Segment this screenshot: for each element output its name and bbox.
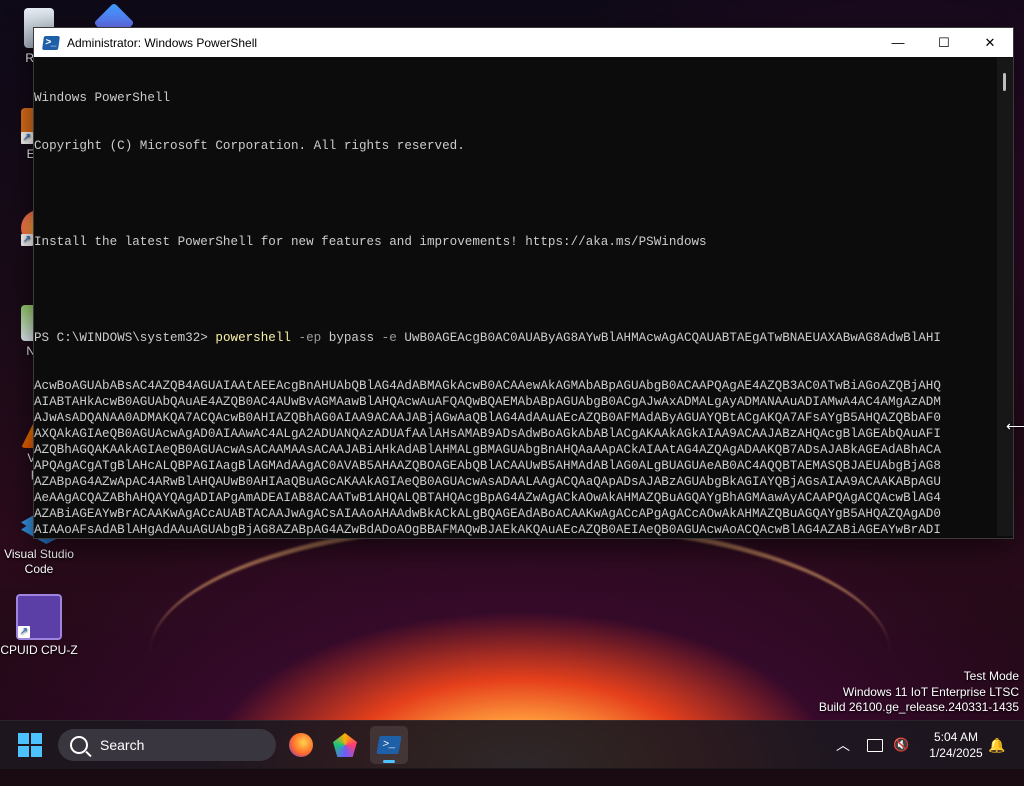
powershell-icon: >_ [42,35,60,50]
clock-date: 1/24/2025 [929,746,983,760]
taskbar-search[interactable]: Search [58,729,276,761]
network-icon [867,738,883,752]
bell-icon: 🔔 [988,736,1006,753]
console-line: Copyright (C) Microsoft Corporation. All… [34,139,465,153]
console-encoded-line: AIABTAHkAcwB0AGUAbQAuAE4AZQB0AC4AUwBvAGM… [34,395,941,409]
close-icon: ✕ [984,34,996,50]
console-argument: bypass [321,331,375,345]
console-command-line: PS C:\WINDOWS\system32> powershell -ep b… [34,330,996,346]
test-mode-watermark: Test Mode Windows 11 IoT Enterprise LTSC… [819,669,1019,716]
console-scrollbar[interactable] [997,58,1013,536]
scrollbar-thumb[interactable] [1003,73,1006,91]
console-argument: UwB0AGEAcgB0AC0AUAByAG8AYwBlAHMAcwAgACQA… [396,331,941,345]
console-line: Install the latest PowerShell for new fe… [34,235,707,249]
notifications-button[interactable]: 🔔 [988,721,1005,769]
console-output[interactable]: Windows PowerShell Copyright (C) Microso… [34,58,996,536]
window-titlebar[interactable]: >_ Administrator: Windows PowerShell — ☐… [34,28,1013,57]
search-placeholder: Search [100,737,145,753]
shortcut-arrow-icon: ↗ [21,234,33,246]
desktop-icon-cpuz[interactable]: ↗ CPUID CPU-Z [0,594,78,658]
console-encoded-line: AJwAsADQANAA0ADMAKQA7ACQAcwB0AHIAZQBhAG0… [34,411,941,425]
volume-muted-icon: 🔇 [893,737,910,752]
windows-logo-icon [18,733,29,744]
cpuz-icon: ↗ [16,594,62,640]
minimize-button[interactable]: — [875,28,921,57]
watermark-line: Build 26100.ge_release.240331-1435 [818,700,1019,714]
desktop-icon-label: CPUID CPU-Z [0,643,78,657]
taskbar-copilot[interactable] [326,726,364,764]
shortcut-arrow-icon: ↗ [18,626,30,638]
window-title: Administrator: Windows PowerShell [67,35,258,50]
taskbar: Search >_ ︿ 🔇 5:04 AM 1/24/2025 🔔 [0,720,1024,769]
clock-time: 5:04 AM [933,730,979,744]
console-encoded-line: AZABiAGEAYwBrACAAKwAgACcAUABTACAAJwAgACs… [34,507,941,521]
search-icon [70,736,88,754]
watermark-line: Windows 11 IoT Enterprise LTSC [842,684,1019,699]
taskbar-firefox[interactable] [282,726,320,764]
watermark-line: Test Mode [963,669,1019,683]
console-prompt: PS C:\WINDOWS\system32> [34,331,216,345]
windows-logo-icon-part [31,746,42,757]
active-app-indicator [383,760,395,763]
console-line: Windows PowerShell [34,91,171,105]
shortcut-arrow-icon: ↗ [21,132,33,144]
console-encoded-line: AZQBhAGQAKAAkAGIAeQB0AGUAcwAsACAAMAAsACA… [34,443,941,457]
console-parameter: -ep [290,331,322,345]
console-encoded-line: AXQAkAGIAeQB0AGUAcwAgAD0AIAAwAC4ALgA2ADU… [34,427,941,441]
console-parameter: -e [374,331,397,345]
start-button[interactable] [18,733,42,757]
desktop-icon-label-line2: Code [24,562,54,576]
console-encoded-line: AZABpAG4AZwApAC4ARwBlAHQAUwB0AHIAaQBuAGc… [34,475,941,489]
console-command: powershell [215,331,291,345]
network-button[interactable] [867,721,883,769]
console-encoded-line: AeAAgACQAZABhAHQAYQAgADIAPgAmADEAIAB8ACA… [34,491,941,505]
console-encoded-line: APQAgACgATgBlAHcALQBPAGIAagBlAGMAdAAgAC0… [34,459,941,473]
windows-logo-icon-part [31,733,42,744]
maximize-button[interactable]: ☐ [921,28,967,57]
resize-cursor-icon: ⟵ [1006,418,1024,434]
firefox-icon [289,733,313,757]
maximize-icon: ☐ [938,34,950,50]
console-encoded-line: AIAAoAFsAdABlAHgAdAAuAGUAbgBjAG8AZABpAG4… [34,523,941,536]
minimize-icon: — [891,35,905,50]
windows-logo-icon-part [18,746,29,757]
powershell-icon: >_ [376,736,402,754]
volume-button[interactable]: 🔇 [893,721,909,769]
taskbar-clock[interactable]: 5:04 AM 1/24/2025 [922,729,990,761]
copilot-icon [333,733,357,757]
tray-overflow-button[interactable]: ︿ [836,721,850,769]
desktop-icon-label: Visual Studio [4,547,74,561]
console-encoded-line: AcwBoAGUAbABsAC4AZQB4AGUAIAAtAEEAcgBnAHU… [34,379,941,393]
taskbar-powershell[interactable]: >_ [370,726,408,764]
close-button[interactable]: ✕ [967,28,1013,57]
chevron-up-icon: ︿ [836,737,850,753]
powershell-window[interactable]: >_ Administrator: Windows PowerShell — ☐… [33,27,1014,539]
